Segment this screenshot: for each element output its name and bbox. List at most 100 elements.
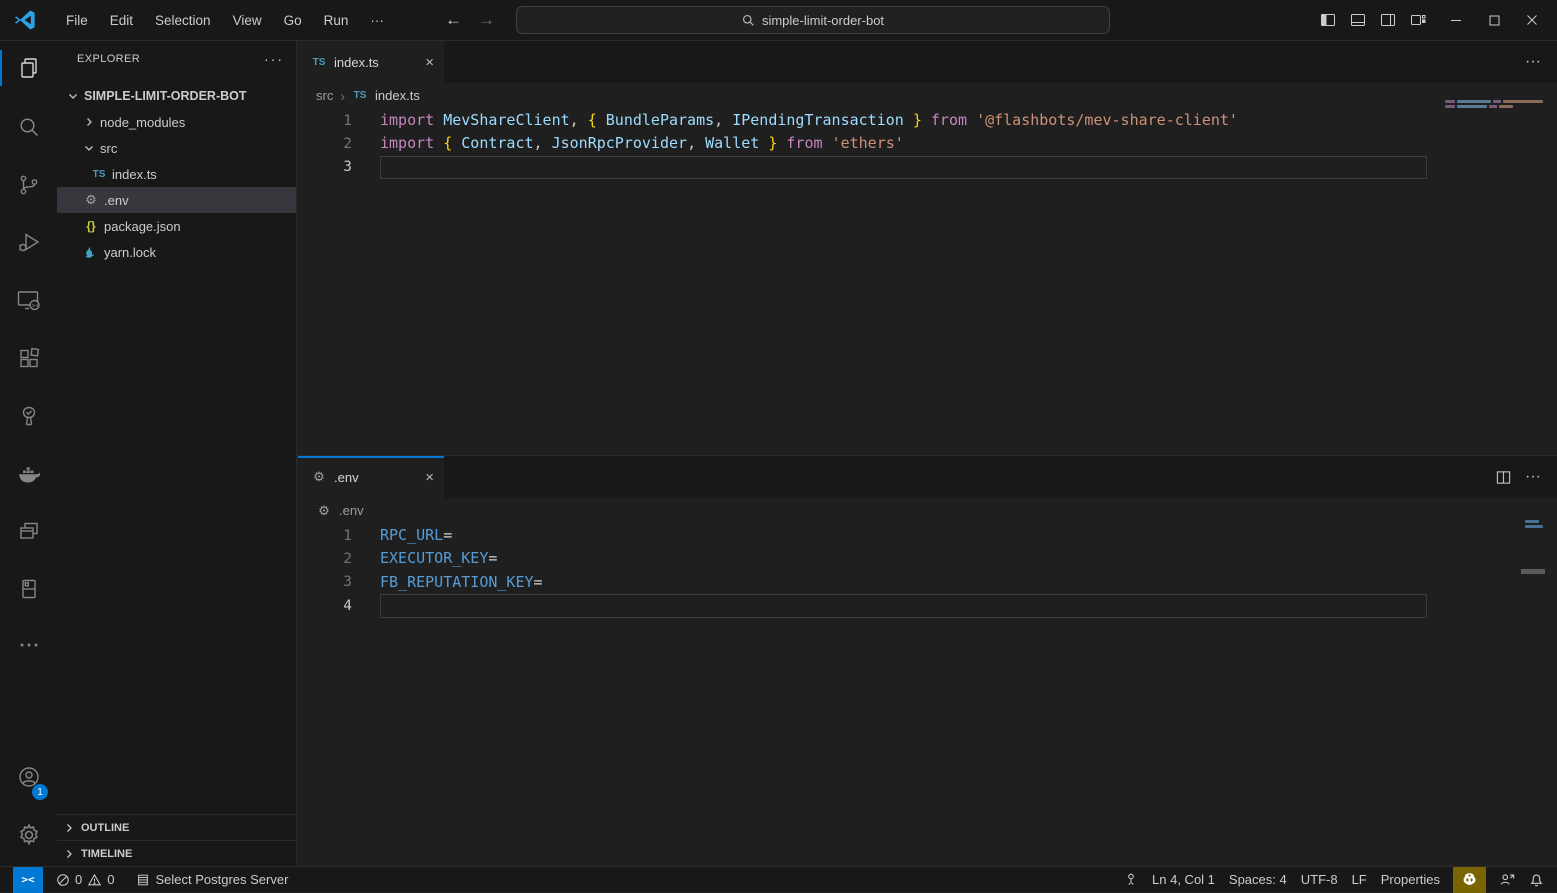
- accounts-badge: 1: [32, 784, 48, 800]
- problems-status[interactable]: 0 0: [49, 867, 121, 893]
- additional-views-icon[interactable]: [0, 621, 57, 669]
- remote-indicator[interactable]: ><: [13, 867, 43, 893]
- toggle-secondary-sidebar-icon[interactable]: [1373, 0, 1403, 40]
- code-line-content[interactable]: FB_REPUTATION_KEY=: [380, 571, 1427, 594]
- yarn-file-icon: [83, 246, 99, 259]
- code-line[interactable]: 1 RPC_URL=: [298, 524, 1557, 547]
- tree-item-index-ts[interactable]: TS index.ts: [57, 161, 296, 187]
- encoding-label: UTF-8: [1301, 872, 1338, 887]
- indentation-label: Spaces: 4: [1229, 872, 1287, 887]
- code-line-content[interactable]: RPC_URL=: [380, 524, 1427, 547]
- tab-env[interactable]: ⚙ .env ×: [298, 456, 444, 498]
- close-window-icon[interactable]: [1517, 0, 1547, 40]
- explorer-icon[interactable]: [0, 44, 57, 92]
- extensions-icon[interactable]: [0, 334, 57, 382]
- tree-item-src[interactable]: src: [57, 135, 296, 161]
- toggle-primary-sidebar-icon[interactable]: [1313, 0, 1343, 40]
- menu-more-icon[interactable]: ···: [359, 8, 395, 33]
- code-line-content[interactable]: EXECUTOR_KEY=: [380, 547, 1427, 570]
- tab-index-ts[interactable]: TS index.ts ×: [298, 41, 444, 83]
- settings-gear-icon[interactable]: [0, 811, 57, 859]
- window-panels-icon[interactable]: [0, 507, 57, 555]
- eol-status[interactable]: LF: [1345, 867, 1374, 893]
- status-bar: >< 0 0 Select Postgres Server Ln 4, Col …: [0, 866, 1557, 892]
- code-line[interactable]: 1import MevShareClient, { BundleParams, …: [298, 109, 1557, 132]
- database-icon[interactable]: [0, 565, 57, 613]
- tree-item-node-modules[interactable]: node_modules: [57, 109, 296, 135]
- breadcrumb-file[interactable]: index.ts: [375, 88, 420, 103]
- root-folder-label: SIMPLE-LIMIT-ORDER-BOT: [84, 89, 247, 103]
- remote-explorer-icon[interactable]: ><: [0, 277, 57, 325]
- warnings-icon: [87, 873, 102, 887]
- command-center-search[interactable]: simple-limit-order-bot: [516, 6, 1110, 34]
- editor-more-actions-icon[interactable]: ···: [1525, 468, 1541, 486]
- menu-selection[interactable]: Selection: [144, 8, 222, 33]
- code-line[interactable]: 4: [298, 594, 1557, 617]
- tree-item-env[interactable]: ⚙ .env: [57, 187, 296, 213]
- menu-view[interactable]: View: [222, 8, 273, 33]
- feedback-status[interactable]: [1492, 867, 1522, 893]
- minimap-slider[interactable]: [1521, 569, 1545, 574]
- toggle-panel-icon[interactable]: [1343, 0, 1373, 40]
- errors-icon: [56, 873, 70, 887]
- close-tab-icon[interactable]: ×: [425, 469, 434, 486]
- menu-file[interactable]: File: [55, 8, 99, 33]
- chevron-right-icon: [63, 822, 75, 834]
- code-editor-index-ts[interactable]: 1import MevShareClient, { BundleParams, …: [298, 108, 1557, 179]
- code-line-content[interactable]: import MevShareClient, { BundleParams, I…: [380, 109, 1427, 132]
- line-number: 1: [298, 528, 352, 544]
- menu-run[interactable]: Run: [313, 8, 360, 33]
- code-line-content[interactable]: [380, 594, 1427, 617]
- breadcrumb-top[interactable]: src › TS index.ts: [298, 83, 1557, 108]
- testing-tree-icon[interactable]: [0, 392, 57, 440]
- search-sidebar-icon[interactable]: [0, 103, 57, 151]
- customize-layout-icon[interactable]: [1403, 0, 1433, 40]
- navigate-back-icon[interactable]: ←: [445, 10, 462, 30]
- maximize-window-icon[interactable]: [1479, 0, 1509, 40]
- encoding-status[interactable]: UTF-8: [1294, 867, 1345, 893]
- tree-item-package-json[interactable]: {} package.json: [57, 213, 296, 239]
- minimap-top[interactable]: [1445, 100, 1543, 108]
- postgres-server-status[interactable]: Select Postgres Server: [129, 867, 295, 893]
- editor-more-actions-icon[interactable]: ···: [1525, 53, 1541, 71]
- code-line-content[interactable]: [380, 156, 1427, 179]
- menu-go[interactable]: Go: [273, 8, 313, 33]
- split-editor-icon[interactable]: [1496, 470, 1511, 485]
- indentation-status[interactable]: Spaces: 4: [1222, 867, 1294, 893]
- tree-item-label: src: [100, 141, 117, 156]
- editor-group-top: TS index.ts × ··· src › TS index.ts 1imp…: [298, 41, 1557, 454]
- code-line[interactable]: 2EXECUTOR_KEY=: [298, 547, 1557, 570]
- code-line-content[interactable]: import { Contract, JsonRpcProvider, Wall…: [380, 132, 1427, 155]
- language-mode-status[interactable]: Properties: [1374, 867, 1447, 893]
- breadcrumb-folder[interactable]: src: [316, 88, 333, 103]
- breadcrumb-bottom[interactable]: ⚙ .env: [298, 498, 1557, 523]
- minimize-window-icon[interactable]: [1441, 0, 1471, 40]
- copilot-status[interactable]: [1453, 867, 1486, 893]
- tree-root-folder[interactable]: SIMPLE-LIMIT-ORDER-BOT: [57, 83, 296, 109]
- accounts-icon[interactable]: 1: [0, 754, 57, 802]
- explorer-more-actions-icon[interactable]: ···: [264, 51, 284, 67]
- cursor-position-status[interactable]: Ln 4, Col 1: [1145, 867, 1222, 893]
- code-line[interactable]: 3: [298, 156, 1557, 179]
- tree-item-label: yarn.lock: [104, 245, 156, 260]
- navigate-forward-icon[interactable]: →: [478, 10, 495, 30]
- timeline-section-header[interactable]: TIMELINE: [57, 840, 296, 866]
- ports-status[interactable]: [1117, 867, 1145, 893]
- notifications-status[interactable]: [1522, 867, 1551, 893]
- close-tab-icon[interactable]: ×: [425, 54, 434, 71]
- cursor-position-label: Ln 4, Col 1: [1152, 872, 1215, 887]
- code-editor-env[interactable]: 1 RPC_URL=2EXECUTOR_KEY=3FB_REPUTATION_KE…: [298, 523, 1557, 618]
- docker-icon[interactable]: [0, 450, 57, 498]
- breadcrumb-file[interactable]: .env: [339, 503, 364, 518]
- source-control-icon[interactable]: [0, 161, 57, 209]
- code-line[interactable]: 3FB_REPUTATION_KEY=: [298, 571, 1557, 594]
- menu-edit[interactable]: Edit: [99, 8, 144, 33]
- run-debug-icon[interactable]: [0, 218, 57, 266]
- minimap-bottom[interactable]: [1525, 520, 1543, 528]
- copilot-icon: [1461, 872, 1478, 887]
- outline-section-header[interactable]: OUTLINE: [57, 814, 296, 840]
- code-line[interactable]: 2import { Contract, JsonRpcProvider, Wal…: [298, 132, 1557, 155]
- chevron-right-icon: [83, 116, 95, 128]
- tree-item-yarn-lock[interactable]: yarn.lock: [57, 239, 296, 265]
- tab-bar-top: TS index.ts × ···: [298, 41, 1557, 83]
